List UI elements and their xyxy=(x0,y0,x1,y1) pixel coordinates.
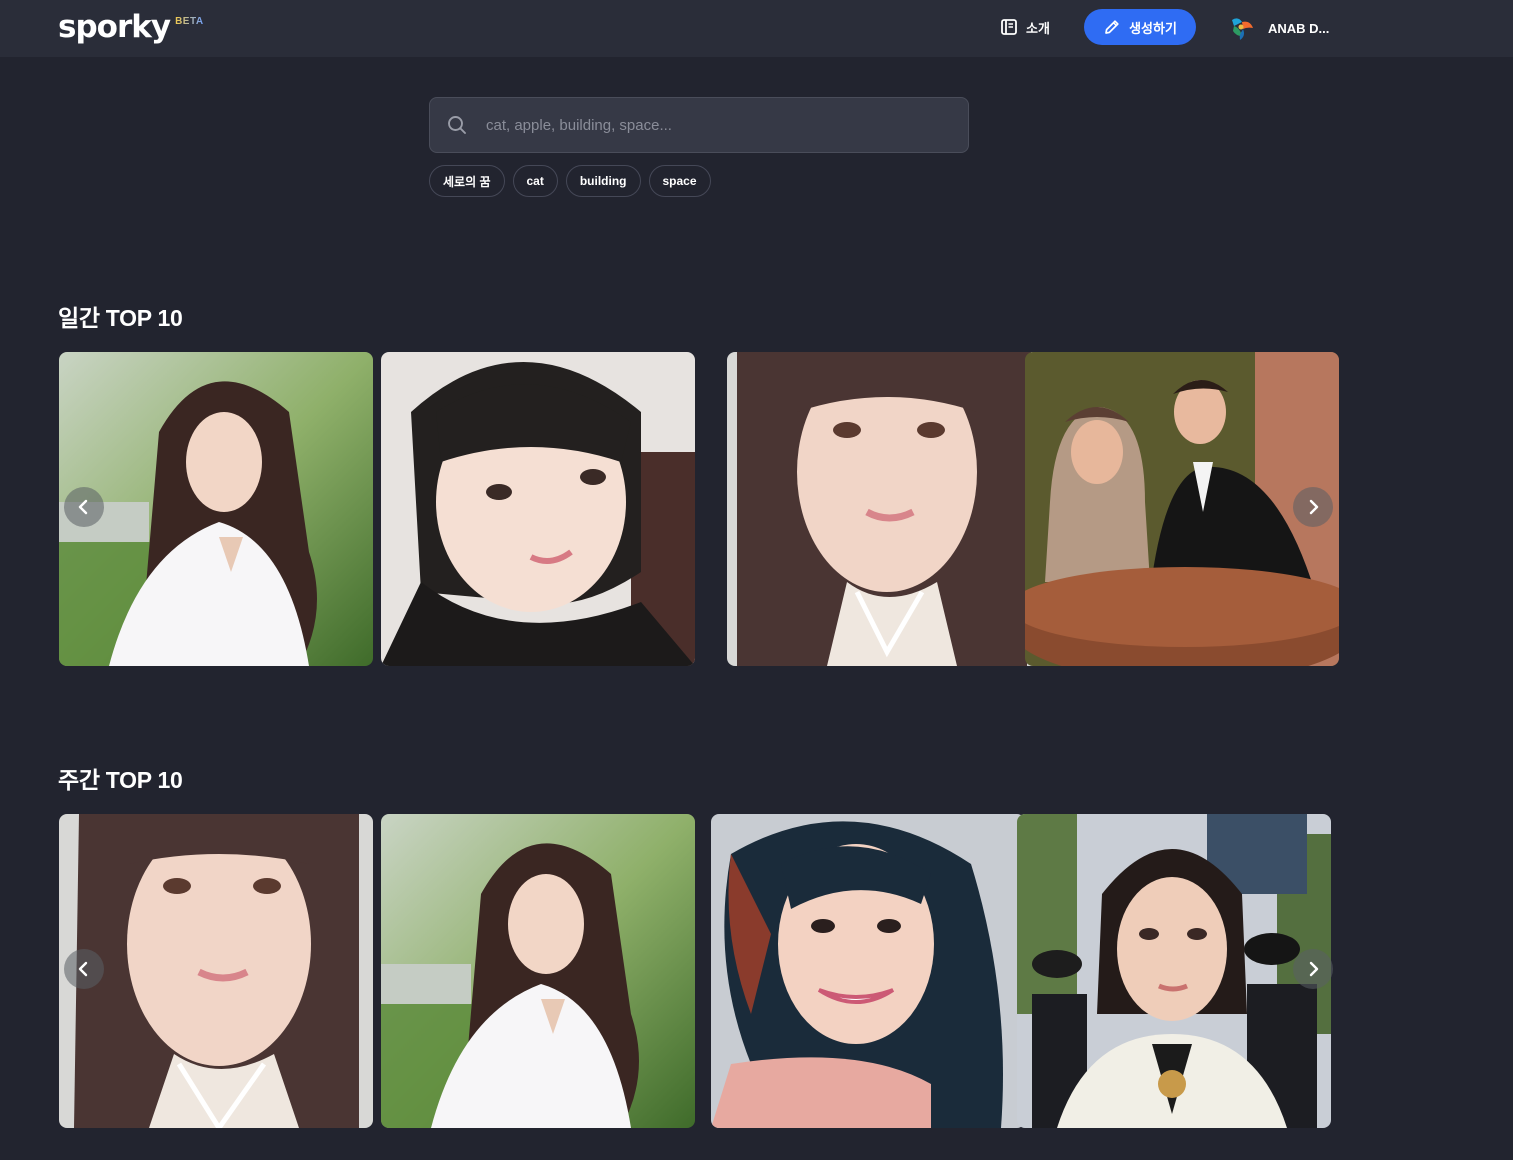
carousel-prev-button[interactable] xyxy=(64,487,104,527)
tag-chip[interactable]: cat xyxy=(512,165,558,197)
section-title-weekly: 주간 TOP 10 xyxy=(58,767,183,793)
tag-chip[interactable]: 세로의 꿈 xyxy=(429,165,505,197)
logo[interactable]: sporky BETA xyxy=(58,8,204,48)
section-title-daily: 일간 TOP 10 xyxy=(58,305,183,331)
search-bar xyxy=(429,97,969,153)
portrait-woman-white-blouse-garden xyxy=(381,814,695,1128)
image-card[interactable] xyxy=(381,352,695,666)
carousel-next-button[interactable] xyxy=(1293,949,1333,989)
vintage-couple-at-table xyxy=(1025,352,1339,666)
image-card[interactable] xyxy=(59,814,373,1128)
carousel-prev-button[interactable] xyxy=(64,949,104,989)
portrait-woman-white-blouse-garden xyxy=(59,352,373,666)
portrait-woman-smiling-dark-hair xyxy=(711,814,1025,1128)
user-menu[interactable]: ANAB D... xyxy=(1228,12,1329,44)
create-button[interactable]: 생성하기 xyxy=(1084,9,1196,45)
portrait-woman-white-jacket-crowd xyxy=(1017,814,1331,1128)
tag-chip[interactable]: building xyxy=(565,165,641,197)
nav-about-label: 소개 xyxy=(1026,20,1050,36)
create-button-label: 생성하기 xyxy=(1129,20,1177,36)
image-card[interactable] xyxy=(711,814,1025,1128)
search-input[interactable] xyxy=(486,110,926,140)
nav-about-link[interactable]: 소개 xyxy=(1000,15,1050,39)
logo-text: sporky xyxy=(58,9,171,45)
user-name: ANAB D... xyxy=(1268,20,1330,36)
portrait-woman-bob-haircut xyxy=(381,352,695,666)
portrait-woman-long-hair-closeup xyxy=(59,814,373,1128)
avatar xyxy=(1232,18,1253,40)
search-icon xyxy=(448,116,466,134)
chevron-left-icon xyxy=(78,499,88,515)
carousel-daily xyxy=(0,352,1513,666)
image-card[interactable] xyxy=(1017,814,1331,1128)
image-card[interactable] xyxy=(1025,352,1339,666)
carousel-next-button[interactable] xyxy=(1293,487,1333,527)
top-nav: sporky BETA 소개 생성하기 ANAB D... xyxy=(0,0,1513,57)
tag-chip[interactable]: space xyxy=(648,165,711,197)
image-card[interactable] xyxy=(381,814,695,1128)
chevron-right-icon xyxy=(1309,499,1319,515)
image-card[interactable] xyxy=(727,352,1041,666)
portrait-woman-long-hair-closeup xyxy=(727,352,1041,666)
chevron-left-icon xyxy=(78,961,88,977)
carousel-weekly xyxy=(0,814,1513,1128)
book-icon xyxy=(1001,19,1017,35)
image-card[interactable] xyxy=(59,352,373,666)
chevron-right-icon xyxy=(1309,961,1319,977)
beta-badge: BETA xyxy=(175,16,204,27)
pencil-icon xyxy=(1105,20,1119,34)
suggested-tags: 세로의 꿈 cat building space xyxy=(429,165,711,197)
